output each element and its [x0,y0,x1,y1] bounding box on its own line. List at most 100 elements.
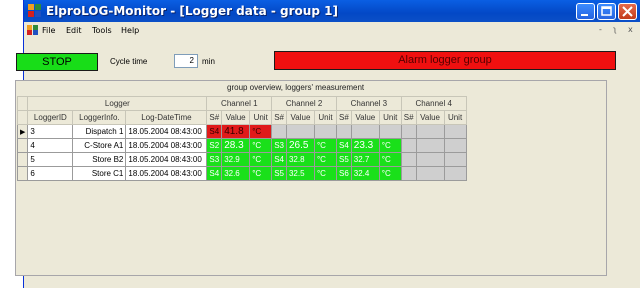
ch2-sensor-cell[interactable]: S5 [271,166,287,181]
ch3-value-cell[interactable] [350,124,380,139]
ch2-unit-cell[interactable]: °C [313,138,337,153]
menu-help[interactable]: Help [121,26,139,35]
ch3-value-cell[interactable]: 32.4 [350,166,380,181]
ch4-value-cell[interactable] [415,152,445,167]
cycle-time-input[interactable]: 2 [174,54,198,68]
ch4-sensor-cell[interactable] [400,152,417,167]
ch3-unit-cell[interactable]: °C [378,152,402,167]
ch3-value-cell[interactable]: 23.3 [350,138,380,153]
column-header-ch1-sensor[interactable]: S# [206,110,223,125]
log-datetime-cell[interactable]: 18.05.2004 08:43:00 [125,152,208,167]
logger-info-cell[interactable]: Store C1 [72,166,127,181]
maximize-button[interactable] [597,3,616,20]
table-row[interactable]: ▶ 3 Dispatch 1 18.05.2004 08:43:00 S4 41.8 °C [16,124,467,139]
column-header-ch2-value[interactable]: Value [285,110,315,125]
ch2-value-cell[interactable]: 32.5 [285,166,315,181]
menu-file[interactable]: File [42,26,55,35]
logger-info-cell[interactable]: Dispatch 1 [72,124,127,139]
logger-info-cell[interactable]: C-Store A1 [72,138,127,153]
column-header-logger-info[interactable]: LoggerInfo. [72,110,127,125]
ch1-value-cell[interactable]: 28.3 [221,138,251,153]
ch3-sensor-cell[interactable]: S5 [335,152,352,167]
row-selector-arrow-icon[interactable]: ▶ [16,124,29,139]
logger-info-cell[interactable]: Store B2 [72,152,127,167]
ch1-sensor-cell[interactable]: S3 [206,152,223,167]
ch4-sensor-cell[interactable] [400,124,417,139]
ch1-value-cell[interactable]: 32.6 [221,166,251,181]
ch4-value-cell[interactable] [415,166,445,181]
ch3-unit-cell[interactable]: °C [378,166,402,181]
column-header-ch3-sensor[interactable]: S# [335,110,352,125]
ch3-value-cell[interactable]: 32.7 [350,152,380,167]
app-logo-icon [28,4,42,17]
log-datetime-cell[interactable]: 18.05.2004 08:43:00 [125,166,208,181]
row-selector[interactable] [16,138,29,153]
column-header-ch4-unit[interactable]: Unit [443,110,467,125]
channel-3-header: Channel 3 [335,96,402,111]
ch1-unit-cell[interactable]: °C [249,152,273,167]
minimize-button[interactable] [576,3,595,20]
menu-edit[interactable]: Edit [66,26,82,35]
ch3-unit-cell[interactable] [378,124,402,139]
logger-group-header: Logger [27,96,208,111]
logger-id-cell[interactable]: 4 [27,138,74,153]
ch1-sensor-cell[interactable]: S4 [206,166,223,181]
ch1-sensor-cell[interactable]: S4 [206,124,223,139]
stop-button[interactable]: STOP [16,53,98,71]
ch1-unit-cell[interactable]: °C [249,166,273,181]
logger-id-cell[interactable]: 3 [27,124,74,139]
close-button[interactable] [618,3,637,20]
ch2-unit-cell[interactable] [313,124,337,139]
table-row[interactable]: 5 Store B2 18.05.2004 08:43:00 S3 32.9 °C S4 32… [16,152,467,167]
column-header-ch4-sensor[interactable]: S# [400,110,417,125]
log-datetime-cell[interactable]: 18.05.2004 08:43:00 [125,138,208,153]
ch2-value-cell[interactable]: 32.8 [285,152,315,167]
ch1-value-cell[interactable]: 32.9 [221,152,251,167]
table-row[interactable]: 6 Store C1 18.05.2004 08:43:00 S4 32.6 °C S5 32… [16,166,467,181]
ch4-unit-cell[interactable] [443,152,467,167]
row-selector[interactable] [16,166,29,181]
ch4-sensor-cell[interactable] [400,138,417,153]
ch2-unit-cell[interactable]: °C [313,166,337,181]
ch3-sensor-cell[interactable]: S6 [335,166,352,181]
logger-id-cell[interactable]: 5 [27,152,74,167]
ch2-sensor-cell[interactable] [271,124,287,139]
row-selector[interactable] [16,152,29,167]
column-header-ch2-unit[interactable]: Unit [313,110,337,125]
column-header-ch4-value[interactable]: Value [415,110,445,125]
ch1-value-cell[interactable]: 41.8 [221,124,251,139]
ch4-unit-cell[interactable] [443,166,467,181]
ch3-sensor-cell[interactable]: S4 [335,138,352,153]
mdi-restore-button[interactable]: ʅ [613,25,617,34]
table-row[interactable]: 4 C-Store A1 18.05.2004 08:43:00 S2 28.3 °C S3… [16,138,467,153]
mdi-close-button[interactable]: x [628,25,633,34]
ch2-sensor-cell[interactable]: S3 [271,138,287,153]
ch2-value-cell[interactable]: 26.5 [285,138,315,153]
ch3-unit-cell[interactable]: °C [378,138,402,153]
ch4-sensor-cell[interactable] [400,166,417,181]
mdi-minimize-button[interactable]: - [599,25,602,34]
column-header-log-datetime[interactable]: Log-DateTime [125,110,208,125]
ch4-unit-cell[interactable] [443,124,467,139]
ch1-unit-cell[interactable]: °C [249,138,273,153]
ch1-unit-cell[interactable]: °C [249,124,273,139]
column-header-ch3-value[interactable]: Value [350,110,380,125]
ch3-sensor-cell[interactable] [335,124,352,139]
ch2-unit-cell[interactable]: °C [313,152,337,167]
column-header-ch1-unit[interactable]: Unit [249,110,273,125]
logger-id-cell[interactable]: 6 [27,166,74,181]
menu-tools[interactable]: Tools [92,26,112,35]
ch1-sensor-cell[interactable]: S2 [206,138,223,153]
column-header-ch2-sensor[interactable]: S# [271,110,287,125]
column-header-ch1-value[interactable]: Value [221,110,251,125]
column-header-ch3-unit[interactable]: Unit [378,110,402,125]
document-icon[interactable] [27,25,38,35]
log-datetime-cell[interactable]: 18.05.2004 08:43:00 [125,124,208,139]
column-header-logger-id[interactable]: LoggerID [27,110,74,125]
ch2-sensor-cell[interactable]: S4 [271,152,287,167]
ch4-value-cell[interactable] [415,138,445,153]
ch2-value-cell[interactable] [285,124,315,139]
ch4-unit-cell[interactable] [443,138,467,153]
ch4-value-cell[interactable] [415,124,445,139]
title-bar[interactable]: ElproLOG-Monitor - [Logger data - group … [24,0,640,22]
